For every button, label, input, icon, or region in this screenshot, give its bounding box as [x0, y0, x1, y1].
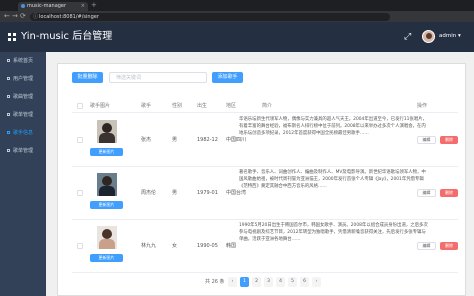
- main-content: 批量删除 添加歌手 歌手图片 歌手 性别 出生 地区 简介 操作 更新图片 张杰…: [46, 52, 474, 296]
- column-header-intro: 简介: [262, 103, 273, 109]
- singer-intro: 1990年5月20日出生于韩国首尔市，韩国女歌手、演员。2008年以组合成员身份…: [239, 223, 428, 242]
- singer-sex: 男: [172, 137, 178, 143]
- singer-birth: 1982-12: [197, 137, 218, 143]
- page-button[interactable]: 6: [300, 277, 309, 287]
- playlist-icon: [7, 113, 10, 116]
- singer-birth: 1979-01: [197, 190, 218, 196]
- sidebar: 系统首页 用户管理 歌曲管理 歌单管理 歌手信息 歌单管理: [0, 52, 46, 296]
- address-bar-row: ← → ⟳ ⓘ localhost:8081/#/singer: [0, 11, 474, 28]
- tab-title: music-manager: [27, 3, 67, 9]
- sidebar-item-playlists-2[interactable]: 歌单管理: [0, 142, 46, 160]
- next-page-button[interactable]: ›: [312, 277, 321, 287]
- page-button[interactable]: 2: [252, 277, 261, 287]
- singer-name: 张杰: [141, 137, 152, 143]
- favicon-icon: [21, 4, 25, 8]
- collapse-menu-icon[interactable]: [8, 33, 16, 41]
- search-input[interactable]: [109, 72, 207, 83]
- sidebar-item-singers[interactable]: 歌手信息: [0, 124, 46, 142]
- new-tab-button[interactable]: +: [91, 1, 97, 9]
- url-text: localhost:8081/#/singer: [39, 13, 99, 20]
- home-icon: [7, 59, 10, 62]
- mic-icon: [7, 131, 10, 134]
- table-header: 歌手图片 歌手 性别 出生 地区 简介 操作: [72, 99, 458, 113]
- sidebar-item-label: 歌曲管理: [13, 94, 34, 100]
- column-header-singer: 歌手: [141, 103, 152, 109]
- sidebar-item-label: 用户管理: [13, 76, 34, 82]
- sidebar-item-playlists[interactable]: 歌单管理: [0, 106, 46, 124]
- forward-icon[interactable]: →: [12, 12, 18, 21]
- sidebar-item-label: 歌手信息: [13, 130, 34, 136]
- sidebar-item-label: 歌单管理: [13, 148, 34, 154]
- music-icon: [7, 95, 10, 98]
- prev-page-button[interactable]: ‹: [228, 277, 237, 287]
- page-button[interactable]: 1: [240, 277, 249, 287]
- delete-button[interactable]: 删除: [440, 189, 458, 197]
- singer-sex: 男: [172, 190, 178, 196]
- browser-tab-strip: music-manager × +: [0, 0, 474, 18]
- singer-photo: [97, 120, 117, 143]
- user-icon: [7, 77, 10, 80]
- app-header: Yin-music 后台管理 ⤢ admin ▾: [0, 22, 474, 52]
- column-header-photo: 歌手图片: [90, 103, 111, 109]
- singer-birth: 1990-05: [197, 243, 218, 249]
- table-row: 更新图片 张杰 男 1982-12 中国四川 华语乐坛新生代领军人物，偶像与实力…: [72, 114, 458, 167]
- select-all-checkbox[interactable]: [77, 103, 83, 109]
- row-checkbox[interactable]: [77, 190, 83, 196]
- fullscreen-icon[interactable]: ⤢: [404, 31, 411, 43]
- edit-button[interactable]: 编辑: [417, 189, 436, 197]
- row-checkbox[interactable]: [77, 243, 83, 249]
- pagination: 共 26 条 ‹ 1 2 3 4 5 6 ›: [58, 277, 467, 287]
- column-header-sex: 性别: [172, 103, 183, 109]
- avatar[interactable]: [422, 30, 435, 43]
- singer-sex: 女: [172, 243, 178, 249]
- sidebar-item-songs[interactable]: 歌曲管理: [0, 88, 46, 106]
- singer-photo: [97, 226, 117, 249]
- page-button[interactable]: 5: [288, 277, 297, 287]
- singer-location: 韩国: [226, 243, 237, 249]
- page-button[interactable]: 4: [276, 277, 285, 287]
- update-photo-button[interactable]: 更新图片: [90, 201, 123, 209]
- back-icon[interactable]: ←: [4, 12, 10, 21]
- singer-intro: 华语乐坛新生代领军人物，偶像与实力兼具的超人气天王。2004年出道至今，已发行1…: [239, 117, 427, 136]
- singer-name: 林九九: [141, 243, 157, 249]
- sidebar-item-label: 系统首页: [13, 58, 34, 64]
- delete-button[interactable]: 删除: [440, 242, 458, 250]
- total-count: 共 26 条: [205, 279, 225, 285]
- row-checkbox[interactable]: [77, 137, 83, 143]
- add-singer-button[interactable]: 添加歌手: [212, 72, 243, 83]
- table-row: 更新图片 林九九 女 1990-05 韩国 1990年5月20日出生于韩国首尔市…: [72, 220, 458, 273]
- app-title: Yin-music 后台管理: [21, 31, 113, 42]
- singer-intro: 著名歌手、音乐人、词曲创作人、编曲及制作人、MV及电影导演。新世纪华语歌坛领军人…: [239, 170, 426, 189]
- tab-close-icon[interactable]: ×: [81, 2, 85, 11]
- sidebar-item-home[interactable]: 系统首页: [0, 52, 46, 70]
- singer-table-card: 批量删除 添加歌手 歌手图片 歌手 性别 出生 地区 简介 操作 更新图片 张杰…: [57, 63, 466, 296]
- singer-name: 周杰伦: [141, 190, 157, 196]
- user-dropdown[interactable]: admin ▾: [439, 32, 461, 41]
- edit-button[interactable]: 编辑: [417, 136, 436, 144]
- column-header-actions: 操作: [417, 103, 428, 109]
- batch-delete-button[interactable]: 批量删除: [72, 72, 103, 83]
- table-row: 更新图片 周杰伦 男 1979-01 中国台湾 著名歌手、音乐人、词曲创作人、编…: [72, 167, 458, 220]
- sidebar-item-label: 歌单管理: [13, 112, 34, 118]
- reload-icon[interactable]: ⟳: [20, 12, 26, 21]
- column-header-birth: 出生: [197, 103, 208, 109]
- delete-button[interactable]: 删除: [440, 136, 458, 144]
- info-icon: ⓘ: [33, 13, 39, 20]
- page-button[interactable]: 3: [264, 277, 273, 287]
- edit-button[interactable]: 编辑: [417, 242, 436, 250]
- update-photo-button[interactable]: 更新图片: [90, 148, 123, 156]
- singer-photo: [97, 173, 117, 196]
- list-icon: [7, 149, 10, 152]
- sidebar-item-users[interactable]: 用户管理: [0, 70, 46, 88]
- browser-tab[interactable]: music-manager ×: [18, 2, 88, 11]
- column-header-location: 地区: [226, 103, 237, 109]
- update-photo-button[interactable]: 更新图片: [90, 254, 123, 262]
- url-field[interactable]: ⓘ localhost:8081/#/singer: [30, 12, 390, 21]
